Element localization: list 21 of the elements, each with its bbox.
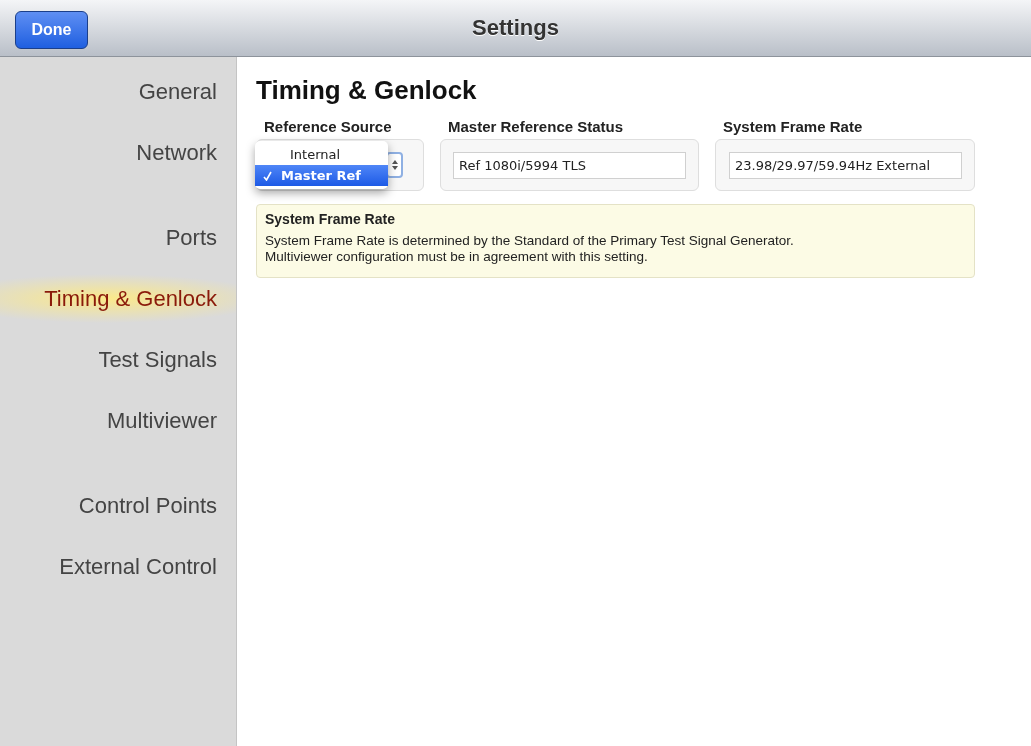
field-label: Reference Source — [264, 118, 393, 135]
sidebar-item[interactable]: Network — [0, 122, 236, 183]
done-button[interactable]: Done — [15, 11, 88, 49]
field-label: System Frame Rate — [723, 118, 864, 135]
sidebar-item[interactable]: External Control — [0, 536, 236, 597]
info-text: System Frame Rate is determined by the Standard of the Primary Test Signal Generator. Multiviewer configuration must be in agreement with this setting. — [265, 233, 795, 265]
checkmark-icon — [263, 170, 272, 181]
sidebar-item[interactable]: Ports — [0, 207, 236, 268]
text-field[interactable]: Ref 1080i/5994 TLS — [453, 151, 686, 179]
text-field[interactable]: 23.98/29.97/59.94Hz External — [729, 151, 962, 179]
menu-option[interactable]: Master Ref — [255, 165, 388, 186]
stepper-icon — [390, 159, 399, 171]
window-title: Settings — [472, 15, 559, 41]
sidebar-item[interactable]: Multiviewer — [0, 390, 236, 451]
page-title: Timing & Genlock — [256, 75, 478, 106]
info-title: System Frame Rate — [265, 211, 396, 227]
sidebar-item[interactable]: General — [0, 61, 236, 122]
sidebar-item[interactable]: Control Points — [0, 475, 236, 536]
sidebar-item[interactable]: Test Signals — [0, 329, 236, 390]
menu-option[interactable]: Internal — [255, 144, 388, 165]
field-label: Master Reference Status — [448, 118, 625, 135]
